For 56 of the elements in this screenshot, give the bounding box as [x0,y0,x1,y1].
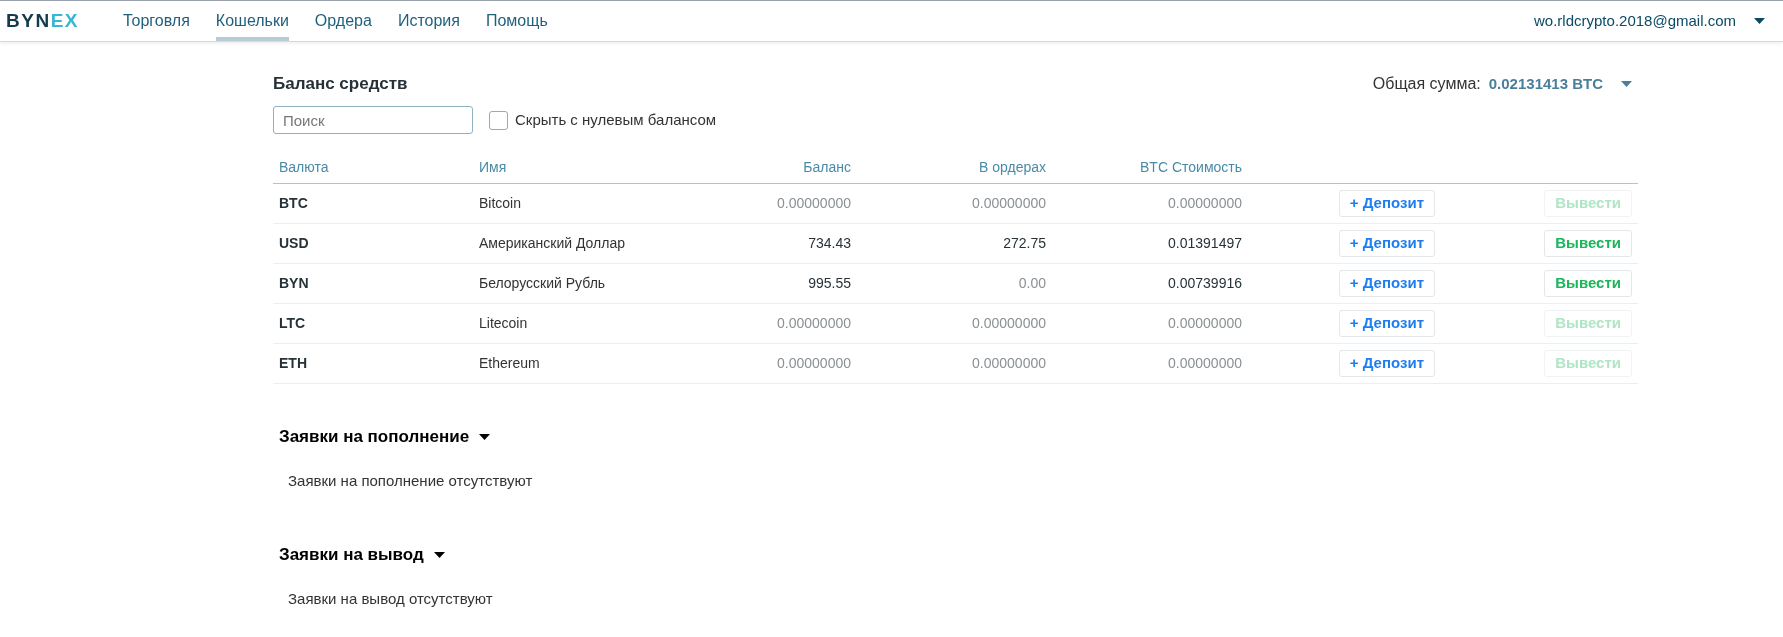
nav-tab[interactable]: Ордера [314,1,372,41]
search-field[interactable]: Поиск [273,106,473,134]
total-value: 0.02131413 BTC [1488,73,1603,94]
deposit-button[interactable]: + Депозит [1338,310,1435,337]
nav-tab[interactable]: История [397,1,460,41]
nav-tab[interactable]: Торговля [123,1,190,41]
table-cell-text: 0.00000000 [1167,194,1243,213]
table-cell-text: 0.00000000 [971,194,1047,213]
table-cell-text: 0.00000000 [971,354,1047,373]
deposit-button[interactable]: + Депозит [1338,350,1435,377]
deposit-button[interactable]: + Депозит [1338,230,1435,257]
column-header: BTC Стоимость [1139,158,1243,177]
nav-tab[interactable]: Помощь [485,1,548,41]
empty-message: Заявки на вывод отсутствуют [287,588,494,609]
table-cell-text: 0.01391497 [1167,234,1243,253]
deposit-button[interactable]: + Депозит [1338,270,1435,297]
table-cell-text: Ethereum [478,354,541,373]
total-label: Общая сумма: [1372,74,1481,94]
empty-message: Заявки на пополнение отсутствуют [287,470,534,491]
table-cell-text: Белорусский Рубль [478,274,607,293]
deposit-button[interactable]: + Депозит [1338,190,1435,217]
logo[interactable]: BYN EX [6,6,79,36]
column-header: В ордерах [978,158,1047,177]
table-cell-text: 0.00 [1017,274,1047,293]
column-header: Имя [478,158,508,177]
table-cell-text: 734.43 [807,234,852,253]
table-cell-text: BTC [278,194,309,213]
table-cell-text: USD [278,234,310,253]
table-cell-text: 0.00739916 [1167,274,1243,293]
account-email[interactable]: wo.rldcrypto.2018@gmail.com [1534,9,1736,33]
table-cell-text: LTC [278,314,307,333]
table-cell-text: 995.55 [807,274,852,293]
table-cell-text: 272.75 [1002,234,1047,253]
caret-icon[interactable] [433,551,445,558]
table-cell-text: BYN [278,274,310,293]
page-title: Баланс средств [273,73,408,96]
column-header: Валюта [278,158,330,177]
table-cell-text: 0.00000000 [1167,354,1243,373]
checkbox-label[interactable]: Скрыть с нулевым балансом [515,108,717,132]
column-header: Баланс [802,158,852,177]
section-title[interactable]: Заявки на пополнение [279,424,470,450]
caret-down-icon[interactable] [1621,81,1632,87]
table-cell-text: 0.00000000 [971,314,1047,333]
table-cell-text: ETH [278,354,308,373]
section-title[interactable]: Заявки на вывод [279,542,424,568]
table-cell-text: Litecoin [478,314,529,333]
table-cell-text: 0.00000000 [1167,314,1243,333]
checkbox[interactable] [489,110,508,130]
table-cell-text: 0.00000000 [776,354,852,373]
nav-tab[interactable]: Кошельки [215,1,289,41]
table-cell-text: Американский Доллар [478,234,626,253]
caret-down-icon[interactable] [1754,18,1765,24]
table-cell-text: Bitcoin [478,194,523,213]
table-cell-text: 0.00000000 [776,314,852,333]
caret-icon[interactable] [479,433,491,440]
table-cell-text: 0.00000000 [776,194,852,213]
